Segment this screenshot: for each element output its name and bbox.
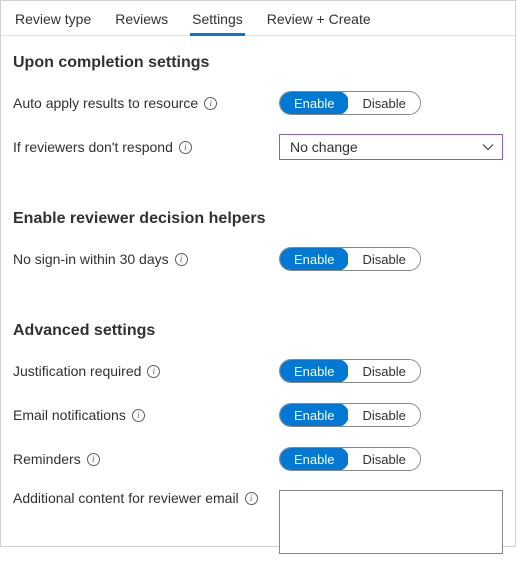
- toggle-email-enable[interactable]: Enable: [279, 403, 349, 427]
- label-additional-content-text: Additional content for reviewer email: [13, 490, 239, 506]
- select-no-respond[interactable]: No change: [279, 134, 503, 160]
- toggle-reminders-disable[interactable]: Disable: [348, 448, 419, 470]
- label-email-text: Email notifications: [13, 407, 126, 423]
- info-icon[interactable]: i: [204, 97, 217, 110]
- tab-settings[interactable]: Settings: [190, 7, 245, 35]
- tab-reviews[interactable]: Reviews: [113, 7, 170, 35]
- toggle-email-disable[interactable]: Disable: [348, 404, 419, 426]
- toggle-justification-disable[interactable]: Disable: [348, 360, 419, 382]
- select-no-respond-value: No change: [290, 139, 358, 155]
- section-title-helpers: Enable reviewer decision helpers: [13, 210, 503, 228]
- label-reminders-text: Reminders: [13, 451, 81, 467]
- info-icon[interactable]: i: [175, 253, 188, 266]
- row-reminders: Reminders i Enable Disable: [13, 446, 503, 472]
- toggle-no-signin[interactable]: Enable Disable: [279, 247, 421, 271]
- toggle-no-signin-disable[interactable]: Disable: [348, 248, 419, 270]
- row-auto-apply: Auto apply results to resource i Enable …: [13, 90, 503, 116]
- row-additional-content: Additional content for reviewer email i: [13, 490, 503, 554]
- info-icon[interactable]: i: [132, 409, 145, 422]
- row-justification: Justification required i Enable Disable: [13, 358, 503, 384]
- info-icon[interactable]: i: [179, 141, 192, 154]
- label-no-signin: No sign-in within 30 days i: [13, 251, 279, 267]
- label-email: Email notifications i: [13, 407, 279, 423]
- tab-review-create[interactable]: Review + Create: [265, 7, 373, 35]
- tab-bar: Review type Reviews Settings Review + Cr…: [1, 1, 515, 36]
- label-reminders: Reminders i: [13, 451, 279, 467]
- label-auto-apply: Auto apply results to resource i: [13, 95, 279, 111]
- section-title-advanced: Advanced settings: [13, 322, 503, 340]
- info-icon[interactable]: i: [245, 492, 258, 505]
- row-no-signin: No sign-in within 30 days i Enable Disab…: [13, 246, 503, 272]
- toggle-justification-enable[interactable]: Enable: [279, 359, 349, 383]
- info-icon[interactable]: i: [87, 453, 100, 466]
- row-email: Email notifications i Enable Disable: [13, 402, 503, 428]
- toggle-auto-apply-enable[interactable]: Enable: [279, 91, 349, 115]
- label-auto-apply-text: Auto apply results to resource: [13, 95, 198, 111]
- label-no-signin-text: No sign-in within 30 days: [13, 251, 169, 267]
- label-justification: Justification required i: [13, 363, 279, 379]
- toggle-auto-apply-disable[interactable]: Disable: [348, 92, 419, 114]
- textarea-additional-content[interactable]: [279, 490, 503, 554]
- toggle-reminders-enable[interactable]: Enable: [279, 447, 349, 471]
- label-no-respond-text: If reviewers don't respond: [13, 139, 173, 155]
- info-icon[interactable]: i: [147, 365, 160, 378]
- row-no-respond: If reviewers don't respond i No change: [13, 134, 503, 160]
- toggle-auto-apply[interactable]: Enable Disable: [279, 91, 421, 115]
- section-title-completion: Upon completion settings: [13, 54, 503, 72]
- settings-panel: Upon completion settings Auto apply resu…: [1, 36, 515, 584]
- label-no-respond: If reviewers don't respond i: [13, 139, 279, 155]
- toggle-email[interactable]: Enable Disable: [279, 403, 421, 427]
- toggle-reminders[interactable]: Enable Disable: [279, 447, 421, 471]
- toggle-justification[interactable]: Enable Disable: [279, 359, 421, 383]
- tab-review-type[interactable]: Review type: [13, 7, 93, 35]
- toggle-no-signin-enable[interactable]: Enable: [279, 247, 349, 271]
- label-justification-text: Justification required: [13, 363, 141, 379]
- chevron-down-icon: [482, 143, 494, 151]
- label-additional-content: Additional content for reviewer email i: [13, 490, 279, 506]
